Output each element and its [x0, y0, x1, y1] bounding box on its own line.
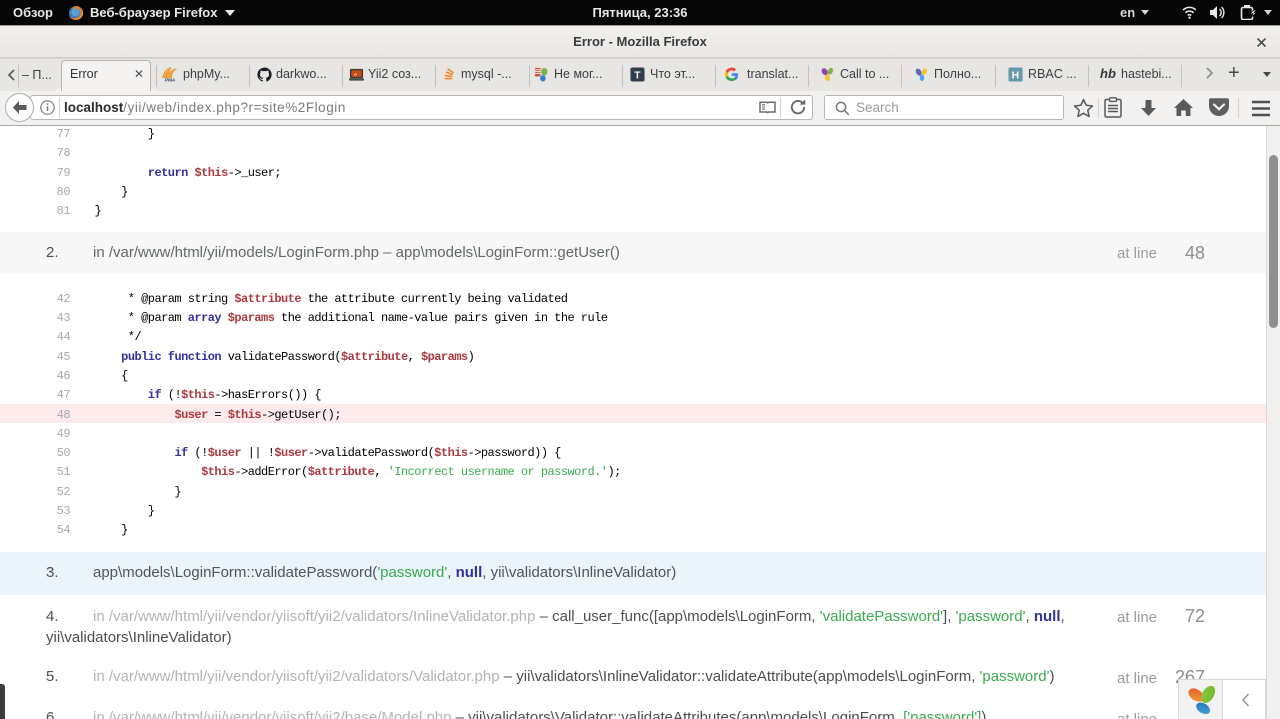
svg-text:PMA: PMA	[165, 78, 176, 82]
svg-text:e: e	[354, 72, 357, 78]
svg-text:H: H	[1012, 70, 1019, 81]
svg-text:T: T	[634, 70, 641, 81]
